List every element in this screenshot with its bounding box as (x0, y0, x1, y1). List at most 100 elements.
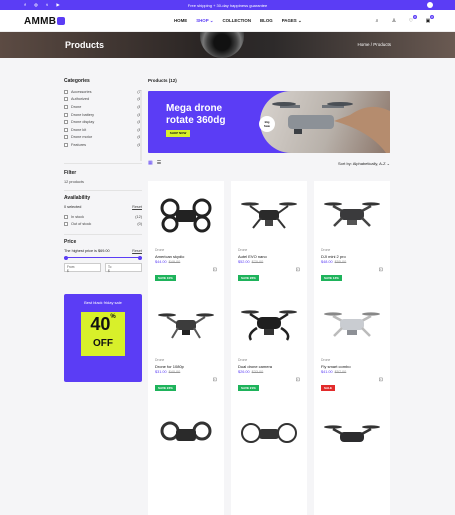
product-old-price: $55.00 (334, 260, 347, 264)
product-image[interactable] (156, 187, 216, 241)
promo-percent: 40% (83, 314, 123, 335)
add-to-cart-icon[interactable]: ⊡ (296, 267, 300, 273)
product-name[interactable]: Drone for 1080p (155, 364, 184, 369)
wishlist-icon[interactable]: ♡ 0 (408, 15, 417, 24)
promo-percent-sign: % (110, 314, 116, 320)
hero-title-line2: rotate 360dg (166, 115, 226, 126)
price-to-value: $ (108, 268, 110, 273)
promo-title: Best black friday sale (84, 300, 122, 305)
logo[interactable]: AMMB (24, 16, 66, 27)
price-reset-link[interactable]: Reset (132, 249, 142, 253)
product-price: $52.00 (238, 260, 250, 264)
price-note-row: The highest price is $69.00 Reset (64, 249, 142, 253)
product-card[interactable] (314, 401, 390, 515)
product-image[interactable] (322, 297, 382, 351)
availability-heading: Availability (64, 194, 91, 201)
grid-view-icon[interactable]: ▦ (148, 160, 153, 166)
category-label: Drone (71, 104, 82, 109)
sort-value: Alphabetically, A-Z ⌄ (352, 161, 390, 166)
sort-select[interactable]: Sort by: Alphabetically, A-Z ⌄ (338, 161, 390, 166)
availability-reset-link[interactable]: Reset (132, 205, 142, 209)
category-item[interactable]: Drone motor(6) (64, 134, 142, 142)
checkbox[interactable] (64, 135, 68, 140)
hero-banner[interactable]: Mega drone rotate 360dg SHOP NOW Big Sale (148, 91, 390, 153)
add-to-cart-icon[interactable]: ⊡ (213, 377, 217, 383)
product-image[interactable] (322, 187, 382, 241)
product-card[interactable]: Drone Autel EVO nano $52.00 $70.00 ⊡ SAVE… (231, 181, 307, 295)
product-card[interactable]: Drone Drone for 1080p $31.00 $40.00 ⊡ SAV… (148, 291, 224, 405)
price-to-field[interactable]: To $ (105, 262, 142, 273)
list-view-icon[interactable]: ☰ (157, 160, 161, 166)
cart-icon[interactable]: ▣ 0 (425, 15, 434, 24)
search-icon[interactable]: ⌕ (374, 18, 380, 24)
checkbox[interactable] (64, 89, 68, 94)
promo-banner[interactable]: Best black friday sale 40% OFF (64, 294, 142, 382)
price-from-field[interactable]: From $ (64, 262, 101, 273)
product-card[interactable] (148, 401, 224, 515)
hero-title: Mega drone rotate 360dg (166, 103, 225, 127)
product-name[interactable]: DJI mini 2 pro (321, 254, 346, 259)
availability-count: (12) (135, 214, 142, 219)
category-item[interactable]: Drone battery(8) (64, 111, 142, 119)
add-to-cart-icon[interactable]: ⊡ (296, 377, 300, 383)
checkbox[interactable] (64, 112, 68, 117)
product-image[interactable] (239, 187, 299, 241)
checkbox[interactable] (64, 104, 68, 109)
filter-count: 12 products (64, 179, 84, 184)
nav-home[interactable]: HOME (174, 18, 187, 24)
user-icon[interactable]: ♙ (391, 18, 397, 24)
slider-max-handle[interactable] (138, 255, 142, 260)
product-card[interactable]: Drone American skydio $44.00 $49.00 ⊡ SAV… (148, 181, 224, 295)
product-name[interactable]: Fly smart combo (321, 364, 351, 369)
product-card[interactable]: Drone Dual drone camera $26.00 $33.00 ⊡ S… (231, 291, 307, 405)
price-from-value: $ (67, 268, 69, 273)
checkbox[interactable] (64, 222, 68, 227)
price-range-slider[interactable] (64, 255, 142, 260)
slider-track (64, 257, 142, 259)
product-card[interactable]: Drone DJI mini 2 pro $48.00 $55.00 ⊡ SAVE… (314, 181, 390, 295)
product-image[interactable] (156, 297, 216, 351)
discount-badge: SAVE 13% (321, 275, 342, 281)
add-to-cart-icon[interactable]: ⊡ (213, 267, 217, 273)
categories-scrollbar[interactable] (140, 91, 142, 161)
checkbox[interactable] (64, 127, 68, 132)
product-name[interactable]: American skydio (155, 254, 184, 259)
category-item[interactable]: Features(6) (64, 141, 142, 149)
category-label: Features (71, 142, 86, 147)
product-price-row: $52.00 $70.00 (238, 260, 263, 264)
shop-now-button[interactable]: SHOP NOW (166, 130, 190, 137)
checkbox[interactable] (64, 97, 68, 102)
category-item[interactable]: Authorized(6) (64, 96, 142, 104)
product-name[interactable]: Dual drone camera (238, 364, 272, 369)
product-image[interactable] (239, 297, 299, 351)
breadcrumb[interactable]: Home / Products (357, 42, 391, 47)
checkbox[interactable] (64, 214, 68, 219)
divider (64, 233, 142, 235)
product-image[interactable] (239, 407, 299, 461)
availability-selection: 0 selected Reset (64, 205, 142, 209)
nav-collection[interactable]: COLLECTION (222, 18, 251, 24)
category-item[interactable]: Drone(8) (64, 103, 142, 111)
category-item[interactable]: Drone kit(8) (64, 126, 142, 134)
product-card[interactable] (231, 401, 307, 515)
add-to-cart-icon[interactable]: ⊡ (379, 267, 383, 273)
add-to-cart-icon[interactable]: ⊡ (379, 377, 383, 383)
wishlist-count: 0 (413, 15, 417, 19)
checkbox[interactable] (64, 120, 68, 125)
product-category: Drone (155, 248, 165, 252)
category-item[interactable]: Accessories(7) (64, 88, 142, 96)
product-image[interactable] (156, 407, 216, 461)
slider-min-handle[interactable] (64, 255, 68, 260)
product-image[interactable] (322, 407, 382, 461)
availability-out-of-stock[interactable]: Out of stock (0) (64, 220, 142, 228)
nav-pages[interactable]: PAGES ⌄ (282, 18, 302, 24)
checkbox[interactable] (64, 142, 68, 147)
discount-badge: SALE (321, 385, 336, 391)
product-card[interactable]: Drone Fly smart combo $41.00 $57.00 ⊡ SAL… (314, 291, 390, 405)
product-old-price: $57.00 (334, 370, 347, 374)
category-item[interactable]: Drone display(8) (64, 118, 142, 126)
product-name[interactable]: Autel EVO nano (238, 254, 267, 259)
nav-shop[interactable]: SHOP ⌄ (196, 18, 213, 24)
nav-blog[interactable]: BLOG (260, 18, 273, 24)
availability-in-stock[interactable]: In stock (12) (64, 213, 142, 221)
